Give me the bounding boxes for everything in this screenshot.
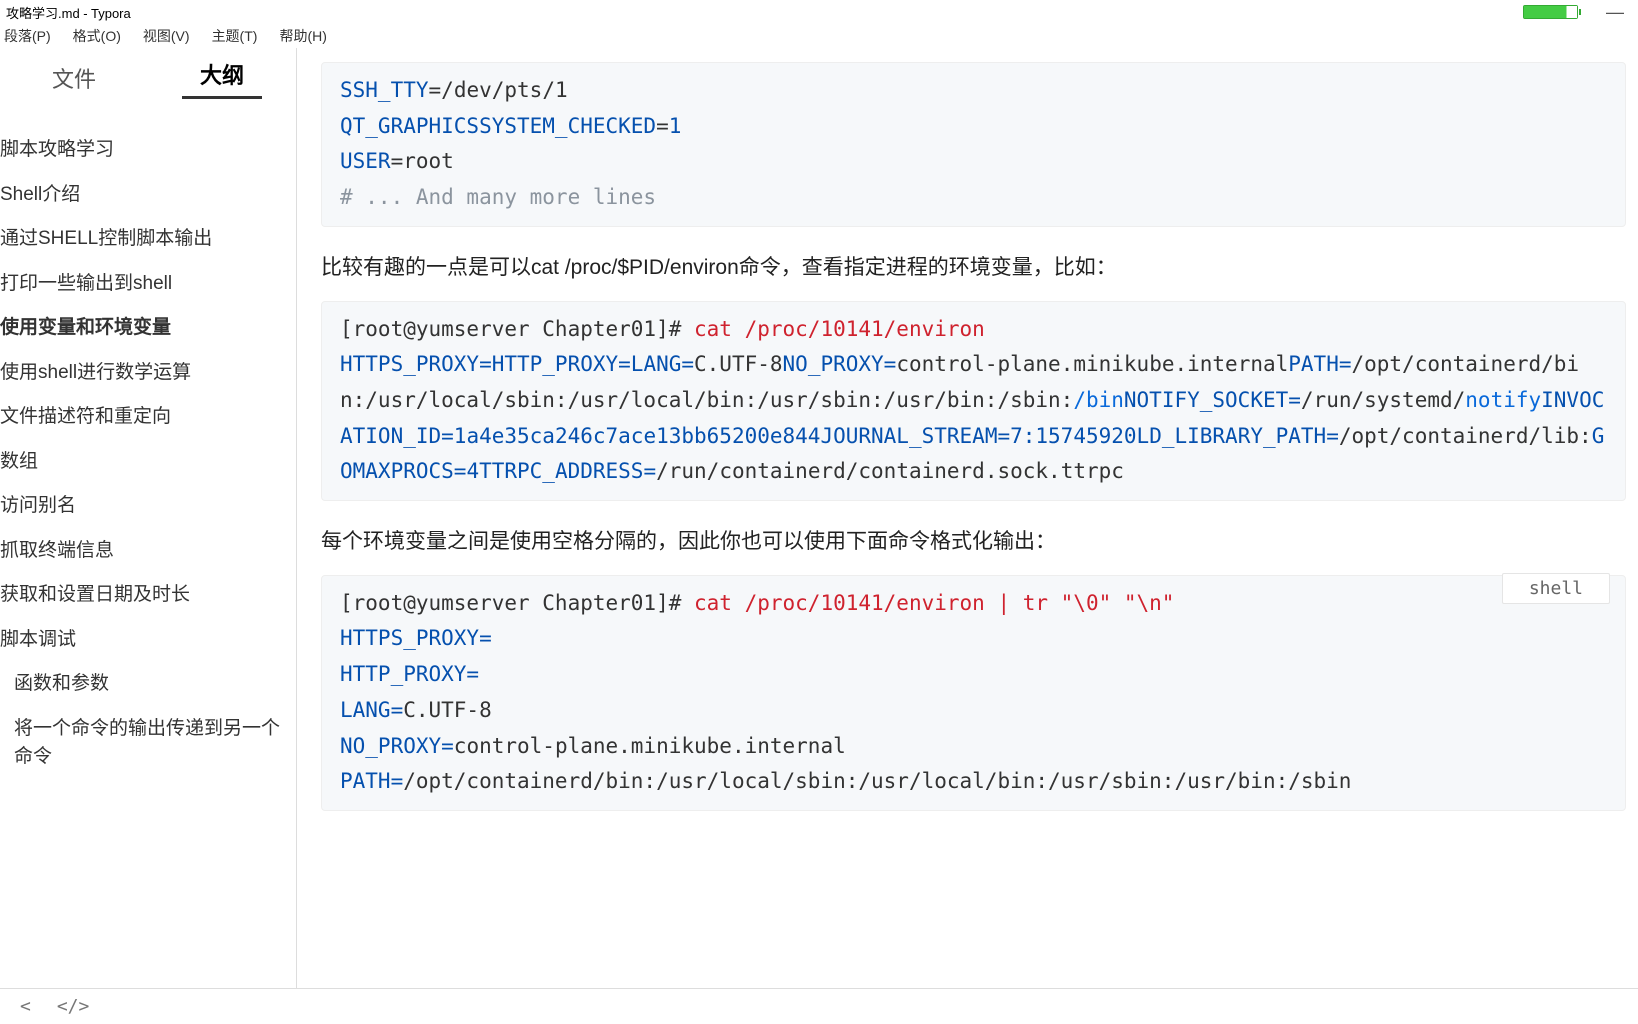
outline-item[interactable]: 函数和参数 [0, 662, 296, 707]
code-block-3[interactable]: [root@yumserver Chapter01]# cat /proc/10… [321, 575, 1626, 811]
source-code-button[interactable]: </> [57, 996, 90, 1017]
outline-item[interactable]: 脚本攻略学习 [0, 128, 296, 173]
outline-item[interactable]: 获取和设置日期及时长 [0, 573, 296, 618]
outline-item[interactable]: 脚本调试 [0, 618, 296, 663]
outline-item[interactable]: 使用变量和环境变量 [0, 306, 296, 351]
menu-format[interactable]: 格式(O) [73, 26, 121, 46]
minimize-button[interactable]: — [1598, 2, 1632, 23]
menu-theme[interactable]: 主题(T) [212, 26, 258, 46]
back-button[interactable]: < [20, 996, 31, 1017]
code-lang-label[interactable]: shell [1502, 573, 1610, 604]
outline-item[interactable]: 数组 [0, 440, 296, 485]
editor-content[interactable]: SSH_TTY=/dev/pts/1 QT_GRAPHICSSYSTEM_CHE… [297, 48, 1638, 988]
status-bar: < </> [0, 988, 1638, 1024]
tab-outline[interactable]: 大纲 [148, 48, 296, 109]
menu-paragraph[interactable]: 段落(P) [4, 26, 51, 46]
menu-help[interactable]: 帮助(H) [279, 26, 326, 46]
battery-icon [1523, 5, 1578, 19]
outline-item[interactable]: 文件描述符和重定向 [0, 395, 296, 440]
tab-file[interactable]: 文件 [0, 52, 148, 104]
sidebar: 文件 大纲 脚本攻略学习 Shell介绍 通过SHELL控制脚本输出 打印一些输… [0, 48, 297, 988]
paragraph[interactable]: 每个环境变量之间是使用空格分隔的，因此你也可以使用下面命令格式化输出： [321, 523, 1626, 561]
menu-view[interactable]: 视图(V) [143, 26, 190, 46]
outline-item[interactable]: 抓取终端信息 [0, 529, 296, 574]
outline-item[interactable]: 访问别名 [0, 484, 296, 529]
menu-bar: 段落(P) 格式(O) 视图(V) 主题(T) 帮助(H) [0, 24, 1638, 48]
outline-list: 脚本攻略学习 Shell介绍 通过SHELL控制脚本输出 打印一些输出到shel… [0, 108, 296, 988]
outline-item[interactable]: Shell介绍 [0, 173, 296, 218]
paragraph[interactable]: 比较有趣的一点是可以cat /proc/$PID/environ命令，查看指定进… [321, 249, 1626, 287]
title-bar: 攻略学习.md - Typora — [0, 0, 1638, 24]
code-block-1[interactable]: SSH_TTY=/dev/pts/1 QT_GRAPHICSSYSTEM_CHE… [321, 62, 1626, 227]
outline-item[interactable]: 通过SHELL控制脚本输出 [0, 217, 296, 262]
window-title: 攻略学习.md - Typora [6, 3, 131, 22]
outline-item[interactable]: 使用shell进行数学运算 [0, 351, 296, 396]
code-block-2[interactable]: [root@yumserver Chapter01]# cat /proc/10… [321, 301, 1626, 501]
outline-item[interactable]: 打印一些输出到shell [0, 262, 296, 307]
outline-item[interactable]: 将一个命令的输出传递到另一个命令 [0, 707, 296, 780]
